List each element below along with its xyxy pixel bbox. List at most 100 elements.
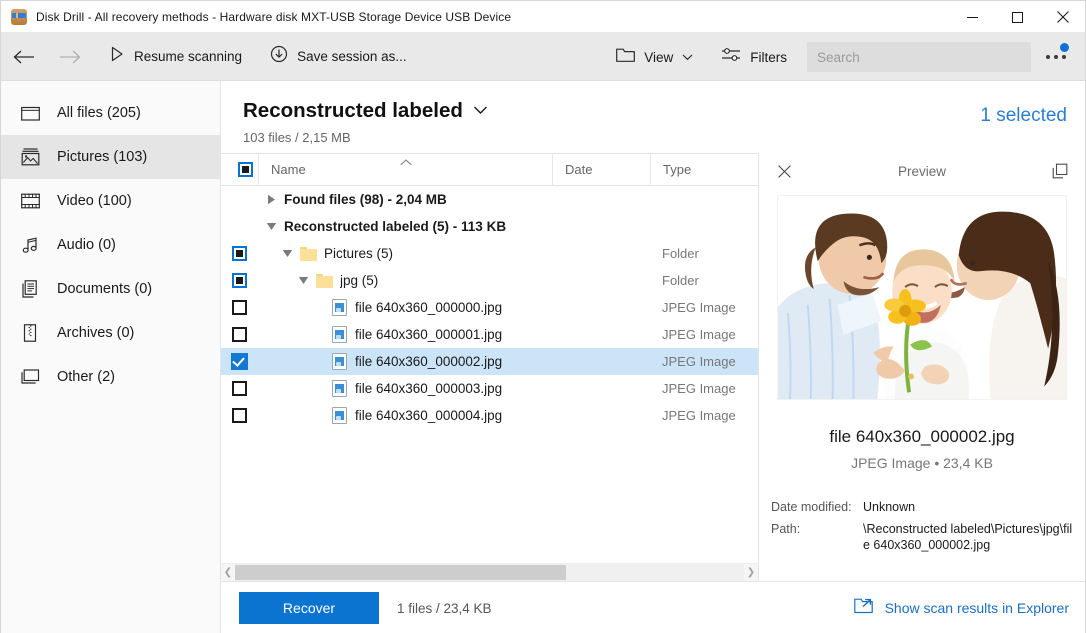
search-input[interactable] bbox=[817, 50, 1021, 65]
preview-popout-button[interactable] bbox=[1049, 160, 1071, 182]
scroll-left-arrow-icon[interactable]: ❮ bbox=[221, 568, 235, 578]
row-name-label: jpg (5) bbox=[340, 273, 378, 288]
open-folder-external-icon bbox=[854, 597, 874, 619]
jpeg-file-icon bbox=[332, 326, 347, 343]
select-all-header[interactable] bbox=[221, 153, 258, 186]
table-row[interactable]: Reconstructed labeled (5) - 113 KB bbox=[221, 213, 758, 240]
sidebar-item-video[interactable]: Video (100) bbox=[1, 179, 220, 223]
table-row[interactable]: jpg (5)Folder bbox=[221, 267, 758, 294]
sidebar-item-pictures[interactable]: Pictures (103) bbox=[1, 135, 220, 179]
table-row[interactable]: file 640x360_000001.jpgJPEG Image bbox=[221, 321, 758, 348]
column-header-date[interactable]: Date bbox=[552, 153, 650, 186]
preview-header: Preview bbox=[759, 153, 1085, 189]
show-in-explorer-label: Show scan results in Explorer bbox=[885, 600, 1069, 616]
preview-field-path: Path: \Reconstructed labeled\Pictures\jp… bbox=[771, 521, 1073, 553]
archives-icon bbox=[19, 322, 41, 344]
row-checkbox-cell[interactable] bbox=[221, 408, 258, 423]
filters-button[interactable]: Filters bbox=[709, 41, 799, 73]
sort-ascending-icon bbox=[399, 154, 412, 169]
save-session-button[interactable]: Save session as... bbox=[258, 41, 419, 73]
resume-scanning-label: Resume scanning bbox=[134, 49, 242, 64]
recover-button[interactable]: Recover bbox=[239, 592, 379, 624]
jpeg-file-icon bbox=[332, 353, 347, 370]
field-label: Date modified: bbox=[771, 499, 863, 515]
window-controls bbox=[950, 1, 1085, 33]
table-row[interactable]: file 640x360_000004.jpgJPEG Image bbox=[221, 402, 758, 429]
back-button[interactable] bbox=[1, 33, 47, 81]
expand-toggle-icon[interactable] bbox=[290, 275, 316, 286]
row-name-label: file 640x360_000004.jpg bbox=[355, 408, 502, 423]
row-checkbox[interactable] bbox=[232, 300, 247, 315]
all-files-icon bbox=[19, 102, 41, 124]
other-icon bbox=[19, 366, 41, 388]
jpeg-file-icon bbox=[332, 299, 347, 316]
table-row[interactable]: file 640x360_000003.jpgJPEG Image bbox=[221, 375, 758, 402]
preview-field-date-modified: Date modified: Unknown bbox=[771, 499, 1073, 515]
expand-toggle-icon[interactable] bbox=[258, 221, 284, 232]
file-count-summary: 103 files / 2,15 MB bbox=[243, 130, 1063, 145]
row-type-cell: JPEG Image bbox=[650, 300, 758, 315]
sidebar-item-archives[interactable]: Archives (0) bbox=[1, 311, 220, 355]
sidebar-item-documents[interactable]: Documents (0) bbox=[1, 267, 220, 311]
column-header-name[interactable]: Name bbox=[258, 153, 552, 186]
search-box[interactable] bbox=[807, 42, 1031, 72]
horizontal-scrollbar[interactable]: ❮ ❯ bbox=[221, 563, 758, 581]
table-row[interactable]: Found files (98) - 2,04 MB bbox=[221, 186, 758, 213]
sidebar-item-other[interactable]: Other (2) bbox=[1, 355, 220, 399]
row-checkbox[interactable] bbox=[231, 353, 248, 370]
sidebar-item-label: Archives (0) bbox=[57, 325, 134, 341]
main-panel: Reconstructed labeled 103 files / 2,15 M… bbox=[221, 81, 1085, 633]
sidebar-item-label: Documents (0) bbox=[57, 281, 152, 297]
table-row[interactable]: file 640x360_000000.jpgJPEG Image bbox=[221, 294, 758, 321]
video-icon bbox=[19, 190, 41, 212]
forward-button[interactable] bbox=[47, 33, 93, 81]
minimize-button[interactable] bbox=[950, 1, 995, 33]
select-all-checkbox[interactable] bbox=[238, 162, 253, 177]
column-header-date-label: Date bbox=[565, 162, 592, 177]
show-in-explorer-button[interactable]: Show scan results in Explorer bbox=[854, 597, 1069, 619]
family-photo-illustration bbox=[778, 196, 1066, 399]
row-checkbox[interactable] bbox=[232, 327, 247, 342]
row-name-cell: file 640x360_000004.jpg bbox=[258, 407, 552, 424]
row-checkbox-cell[interactable] bbox=[221, 327, 258, 342]
row-checkbox[interactable] bbox=[232, 408, 247, 423]
scrollbar-thumb[interactable] bbox=[235, 565, 566, 580]
chevron-down-icon[interactable] bbox=[473, 102, 488, 120]
preview-image[interactable] bbox=[777, 195, 1067, 400]
row-name-label: Reconstructed labeled (5) - 113 KB bbox=[284, 219, 506, 234]
view-button[interactable]: View bbox=[604, 41, 705, 73]
row-checkbox-cell[interactable] bbox=[221, 381, 258, 396]
row-type-cell: JPEG Image bbox=[650, 354, 758, 369]
row-checkbox[interactable] bbox=[232, 246, 247, 261]
column-header-type[interactable]: Type bbox=[650, 153, 758, 186]
row-checkbox-cell[interactable] bbox=[221, 353, 258, 370]
maximize-button[interactable] bbox=[995, 1, 1040, 33]
row-name-label: file 640x360_000003.jpg bbox=[355, 381, 502, 396]
table-row[interactable]: file 640x360_000002.jpgJPEG Image bbox=[221, 348, 758, 375]
documents-icon bbox=[19, 278, 41, 300]
table-body: Found files (98) - 2,04 MB Reconstructed … bbox=[221, 186, 758, 563]
filters-label: Filters bbox=[750, 50, 787, 65]
field-value: Unknown bbox=[863, 499, 1073, 515]
expand-toggle-icon[interactable] bbox=[274, 248, 300, 259]
close-button[interactable] bbox=[1040, 1, 1085, 33]
sidebar-item-audio[interactable]: Audio (0) bbox=[1, 223, 220, 267]
more-options-button[interactable] bbox=[1035, 37, 1077, 77]
resume-scanning-button[interactable]: Resume scanning bbox=[97, 41, 254, 73]
table-header-row: Name Date Type bbox=[221, 153, 758, 186]
row-checkbox-cell[interactable] bbox=[221, 246, 258, 261]
row-checkbox-cell[interactable] bbox=[221, 273, 258, 288]
scan-result-selector[interactable]: Reconstructed labeled bbox=[243, 99, 1063, 123]
scroll-right-arrow-icon[interactable]: ❯ bbox=[744, 568, 758, 578]
row-checkbox[interactable] bbox=[232, 381, 247, 396]
scrollbar-track[interactable] bbox=[235, 564, 744, 582]
preview-close-button[interactable] bbox=[773, 160, 795, 182]
expand-toggle-icon[interactable] bbox=[258, 194, 284, 205]
sidebar-item-all-files[interactable]: All files (205) bbox=[1, 91, 220, 135]
row-checkbox-cell[interactable] bbox=[221, 300, 258, 315]
main-header: Reconstructed labeled 103 files / 2,15 M… bbox=[221, 81, 1085, 153]
table-row[interactable]: Pictures (5)Folder bbox=[221, 240, 758, 267]
jpeg-file-icon bbox=[332, 380, 347, 397]
row-checkbox[interactable] bbox=[232, 273, 247, 288]
row-name-cell: Pictures (5) bbox=[258, 246, 552, 261]
